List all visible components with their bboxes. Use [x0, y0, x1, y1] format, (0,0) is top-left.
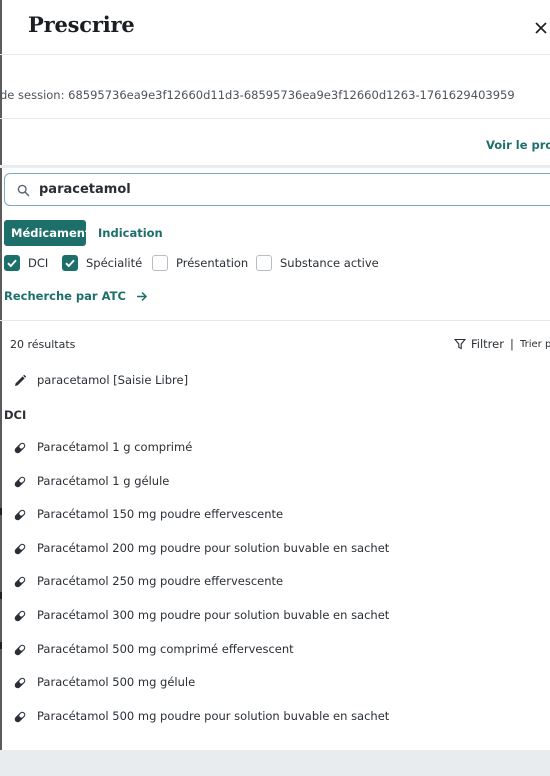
- divider: [0, 118, 550, 119]
- tab-indication[interactable]: Indication: [91, 220, 170, 246]
- list-item[interactable]: Paracétamol 200 mg poudre pour solution …: [0, 534, 550, 564]
- dialog-header: Prescrire: [0, 0, 550, 55]
- search-icon: [17, 184, 30, 197]
- checkbox-label: DCI: [28, 256, 49, 270]
- sort-button[interactable]: Trier par: [520, 339, 550, 350]
- list-item[interactable]: Paracétamol 500 mg poudre pour solution …: [0, 702, 550, 732]
- checkbox-label: Spécialité: [86, 256, 143, 270]
- divider: [0, 165, 550, 168]
- search-value: paracetamol: [39, 182, 131, 197]
- close-icon[interactable]: [532, 19, 550, 37]
- toolbar-separator: |: [510, 337, 514, 351]
- filter-icon: [453, 338, 467, 350]
- view-profile-link[interactable]: Voir le profil: [486, 138, 550, 152]
- list-item-label: Paracétamol 200 mg poudre pour solution …: [37, 540, 390, 555]
- checkbox-specialite[interactable]: Spécialité: [62, 255, 142, 273]
- dialog-footer: [0, 750, 550, 776]
- filter-button[interactable]: Filtrer: [453, 337, 504, 351]
- list-item[interactable]: Paracétamol 500 mg gélule: [0, 668, 550, 698]
- list-item[interactable]: Paracétamol 150 mg poudre effervescente: [0, 500, 550, 530]
- list-item-label: Paracétamol 1 g gélule: [37, 473, 170, 488]
- list-item-label: Paracétamol 500 mg comprimé effervescent: [37, 641, 294, 656]
- pill-icon: [14, 677, 26, 689]
- checkbox-dci[interactable]: DCI: [4, 255, 52, 273]
- pill-icon: [14, 476, 26, 487]
- checkbox-unchecked-icon: [152, 255, 168, 271]
- arrow-right-icon: [136, 291, 147, 302]
- filter-label: Filtrer: [471, 337, 504, 351]
- list-item-label: Paracétamol 300 mg poudre pour solution …: [37, 608, 390, 622]
- list-item[interactable]: Paracétamol 300 mg poudre pour solution …: [0, 601, 550, 631]
- checkbox-checked-icon: [62, 255, 78, 271]
- section-title-dci: DCI: [4, 408, 27, 422]
- pill-icon: [14, 644, 26, 655]
- checkbox-label: Substance active: [280, 256, 379, 270]
- pill-icon: [14, 711, 26, 723]
- list-item-label: Paracétamol 500 mg gélule: [37, 675, 196, 690]
- pill-icon: [14, 509, 26, 521]
- checkbox-unchecked-icon: [256, 255, 272, 271]
- list-item[interactable]: Paracétamol 1 g comprimé: [0, 433, 550, 463]
- atc-search-link[interactable]: Recherche par ATC: [4, 289, 148, 303]
- list-item[interactable]: Paracétamol 500 mg comprimé effervescent: [0, 635, 550, 665]
- list-item-label: Paracétamol 150 mg poudre effervescente: [37, 507, 284, 522]
- checkbox-label: Présentation: [176, 256, 249, 270]
- list-item-label: Paracétamol 1 g comprimé: [37, 440, 193, 454]
- results-count: 20 résultats: [10, 338, 76, 351]
- pencil-icon: [15, 374, 27, 386]
- pill-icon: [14, 543, 26, 555]
- session-id-text: de session: 68595736ea9e3f12660d11d3-685…: [0, 88, 515, 102]
- search-input[interactable]: paracetamol: [4, 173, 550, 206]
- free-entry-item[interactable]: paracetamol [Saisie Libre]: [0, 366, 550, 396]
- list-item-label: paracetamol [Saisie Libre]: [37, 373, 189, 387]
- checkbox-checked-icon: [4, 255, 20, 271]
- list-item-label: Paracétamol 500 mg poudre pour solution …: [37, 708, 390, 723]
- list-item[interactable]: Paracétamol 250 mg poudre effervescente: [0, 567, 550, 597]
- divider: [0, 320, 550, 321]
- checkbox-presentation[interactable]: Présentation: [152, 255, 249, 273]
- tab-medicament[interactable]: Médicament: [4, 220, 90, 246]
- page-title: Prescrire: [28, 12, 135, 37]
- pill-icon: [14, 577, 26, 588]
- list-item-label: Paracétamol 250 mg poudre effervescente: [37, 574, 284, 589]
- pill-icon: [14, 610, 26, 622]
- checkbox-substance-active[interactable]: Substance active: [256, 255, 379, 273]
- list-item[interactable]: Paracétamol 1 g gélule: [0, 467, 550, 497]
- pill-icon: [14, 442, 26, 454]
- atc-link-label: Recherche par ATC: [4, 289, 126, 303]
